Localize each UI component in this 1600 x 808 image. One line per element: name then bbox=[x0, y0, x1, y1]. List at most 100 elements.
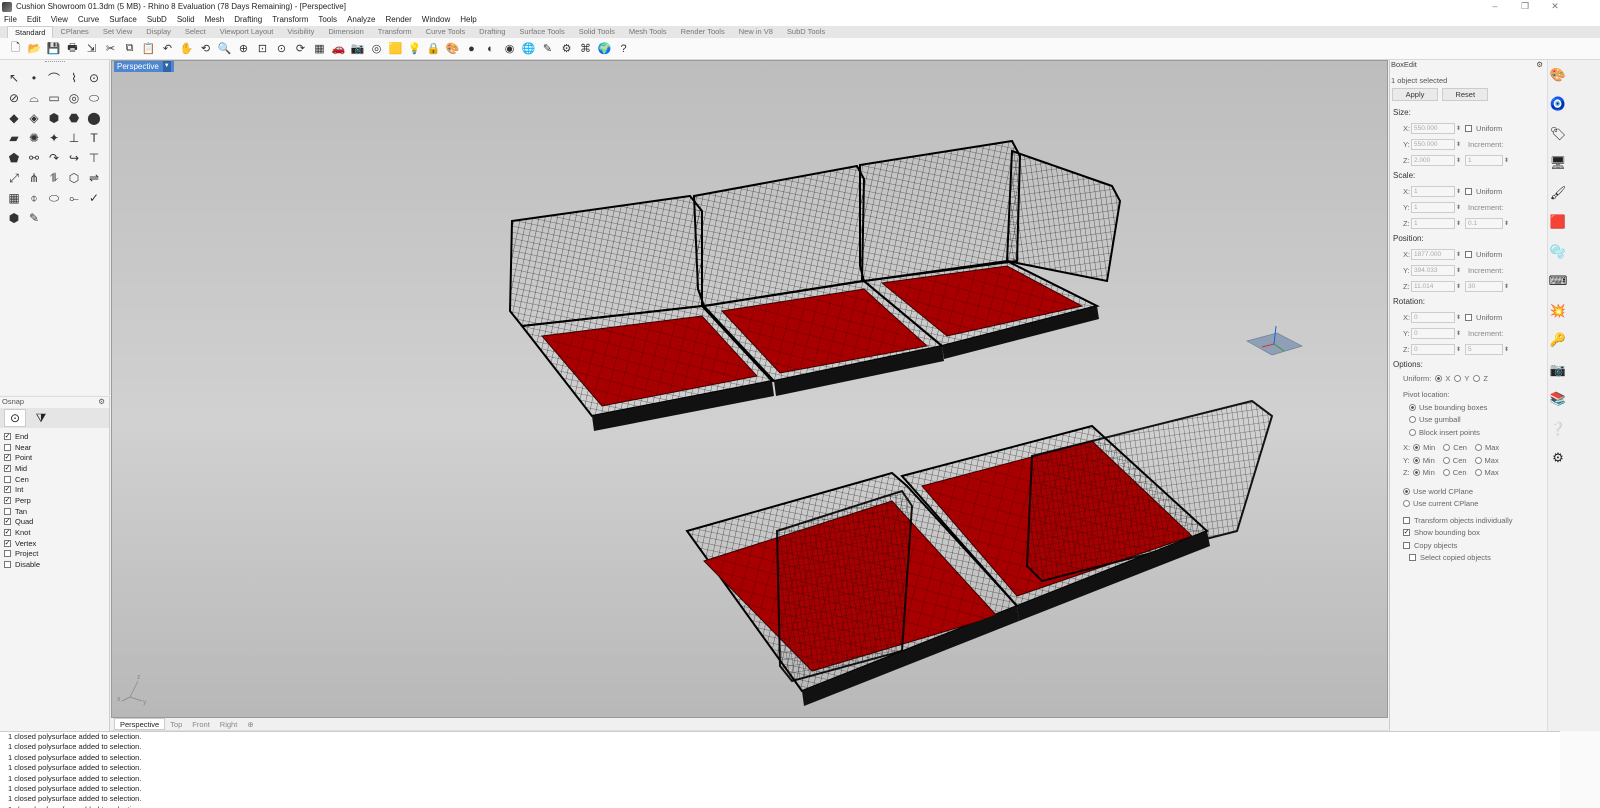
panel-tab-4-icon[interactable]: 🖌 bbox=[1548, 178, 1568, 208]
spinner-icon[interactable]: ⬍ bbox=[1456, 188, 1461, 195]
left-tool-25-icon[interactable]: ⤢ bbox=[4, 168, 24, 188]
uniform-x-radio[interactable] bbox=[1435, 374, 1443, 382]
left-tool-20-icon[interactable]: ⬟ bbox=[4, 148, 24, 168]
left-tool-15-icon[interactable]: ▰ bbox=[4, 128, 24, 148]
color-wheel-icon[interactable]: ● bbox=[464, 41, 479, 56]
copy-objects-checkbox[interactable] bbox=[1403, 541, 1410, 549]
use-world-cplane-radio[interactable] bbox=[1403, 487, 1410, 495]
undo-icon[interactable]: ↶ bbox=[160, 41, 175, 56]
left-tool-6-icon[interactable]: ⌓ bbox=[24, 88, 44, 108]
spinner-icon[interactable]: ⬍ bbox=[1456, 220, 1461, 227]
pivot-y-max-radio[interactable] bbox=[1474, 456, 1482, 464]
tab-transform[interactable]: Transform bbox=[371, 26, 419, 38]
osnap-item-end[interactable]: ✓ End bbox=[4, 431, 109, 442]
panel-tab-1-icon[interactable]: 🧿 bbox=[1548, 90, 1568, 120]
command-history[interactable]: 1 closed polysurface added to selection.… bbox=[0, 731, 1560, 808]
spinner-icon[interactable]: ⬍ bbox=[1456, 283, 1461, 290]
position-x-input[interactable] bbox=[1411, 248, 1455, 260]
osnap-item-mid[interactable]: ✓ Mid bbox=[4, 463, 109, 474]
zoom-icon[interactable]: 🔍 bbox=[217, 41, 232, 56]
tab-standard[interactable]: Standard bbox=[7, 26, 54, 38]
left-tool-10-icon[interactable]: ◆ bbox=[4, 108, 24, 128]
gear-icon[interactable]: ⚙ bbox=[559, 41, 574, 56]
osnap-checkbox[interactable]: ✓ bbox=[4, 486, 11, 494]
scale-increment-input[interactable] bbox=[1465, 217, 1504, 229]
osnap-checkbox[interactable]: ✓ bbox=[4, 539, 11, 547]
car-icon[interactable]: 🚗 bbox=[331, 41, 346, 56]
viewport-tab-right[interactable]: Right bbox=[215, 720, 243, 729]
rotation-increment-input[interactable] bbox=[1465, 343, 1504, 355]
left-tool-27-icon[interactable]: ⥮ bbox=[44, 168, 64, 188]
menu-mesh[interactable]: Mesh bbox=[205, 15, 225, 24]
size-z-input[interactable] bbox=[1411, 154, 1455, 166]
rotate-icon[interactable]: ⟲ bbox=[198, 41, 213, 56]
menu-view[interactable]: View bbox=[51, 15, 68, 24]
save-icon[interactable]: 💾 bbox=[46, 41, 61, 56]
panel-tab-8-icon[interactable]: 💥 bbox=[1548, 296, 1568, 326]
tab-viewport-layout[interactable]: Viewport Layout bbox=[213, 26, 281, 38]
left-tool-5-icon[interactable]: ⊘ bbox=[4, 88, 24, 108]
panel-tab-11-icon[interactable]: 📚 bbox=[1548, 385, 1568, 415]
pivot-z-min-radio[interactable] bbox=[1412, 469, 1420, 477]
menu-transform[interactable]: Transform bbox=[272, 15, 308, 24]
tab-dimension[interactable]: Dimension bbox=[321, 26, 370, 38]
help-icon[interactable]: ? bbox=[616, 41, 631, 56]
pivot-z-cen-radio[interactable] bbox=[1442, 469, 1450, 477]
osnap-checkbox[interactable]: ✓ bbox=[4, 432, 11, 440]
use-current-cplane-radio[interactable] bbox=[1403, 500, 1410, 508]
open-icon[interactable]: 📂 bbox=[27, 41, 42, 56]
tab-drafting[interactable]: Drafting bbox=[472, 26, 512, 38]
target-icon[interactable]: ◎ bbox=[369, 41, 384, 56]
sofa-set-lower[interactable] bbox=[685, 399, 1274, 706]
command-scroll-area[interactable] bbox=[1560, 731, 1600, 808]
tab-surface-tools[interactable]: Surface Tools bbox=[512, 26, 571, 38]
left-tool-23-icon[interactable]: ↪ bbox=[64, 148, 84, 168]
new-icon[interactable]: 🗋 bbox=[8, 41, 23, 56]
position-z-input[interactable] bbox=[1411, 280, 1455, 292]
position-increment-input[interactable] bbox=[1465, 280, 1504, 292]
osnap-item-perp[interactable]: ✓ Perp bbox=[4, 495, 109, 506]
selection-filter-icon[interactable]: ⧩ bbox=[30, 409, 52, 427]
spinner-icon[interactable]: ⬍ bbox=[1504, 283, 1509, 290]
transform-individually-checkbox[interactable] bbox=[1403, 516, 1410, 524]
left-tool-16-icon[interactable]: ✺ bbox=[24, 128, 44, 148]
pivot-y-min-radio[interactable] bbox=[1412, 456, 1420, 464]
import-icon[interactable]: ⇲ bbox=[84, 41, 99, 56]
panel-tab-7-icon[interactable]: ⌨ bbox=[1548, 267, 1568, 297]
panel-tab-3-icon[interactable]: 🖥 bbox=[1548, 149, 1568, 179]
left-tool-7-icon[interactable]: ▭ bbox=[44, 88, 64, 108]
scale-z-input[interactable] bbox=[1411, 217, 1455, 229]
close-button[interactable]: ✕ bbox=[1540, 0, 1570, 13]
camera-icon[interactable]: 📷 bbox=[350, 41, 365, 56]
size-x-input[interactable] bbox=[1411, 122, 1455, 134]
osnap-item-vertex[interactable]: ✓ Vertex bbox=[4, 538, 109, 549]
panel-tab-12-icon[interactable]: ❔ bbox=[1548, 414, 1568, 444]
tree-icon[interactable]: ⌘ bbox=[578, 41, 593, 56]
pivot-x-max-radio[interactable] bbox=[1474, 444, 1482, 452]
left-tool-33-icon[interactable]: ⟜ bbox=[64, 188, 84, 208]
left-tool-0-icon[interactable]: ↖ bbox=[4, 68, 24, 88]
spinner-icon[interactable]: ⬍ bbox=[1456, 330, 1461, 337]
osnap-item-int[interactable]: ✓ Int bbox=[4, 484, 109, 495]
named-view-icon[interactable]: ⟳ bbox=[293, 41, 308, 56]
osnap-checkbox[interactable] bbox=[4, 507, 11, 515]
copy-icon[interactable]: ⧉ bbox=[122, 41, 137, 56]
menu-tools[interactable]: Tools bbox=[318, 15, 337, 24]
toolbar-grip[interactable] bbox=[45, 61, 65, 63]
menu-solid[interactable]: Solid bbox=[177, 15, 195, 24]
rotation-section-header[interactable]: Rotation: bbox=[1390, 294, 1547, 309]
left-tool-31-icon[interactable]: ⌽ bbox=[24, 188, 44, 208]
pivot-x-min-radio[interactable] bbox=[1413, 444, 1421, 452]
pan-icon[interactable]: ✋ bbox=[179, 41, 194, 56]
left-tool-24-icon[interactable]: ⊤ bbox=[84, 148, 104, 168]
use-gumball-radio[interactable] bbox=[1409, 416, 1416, 424]
left-tool-9-icon[interactable]: ⬭ bbox=[84, 88, 104, 108]
options-section-header[interactable]: Options: bbox=[1390, 357, 1547, 372]
perspective-viewport[interactable]: Perspective ▼ z x y bbox=[111, 60, 1388, 718]
left-tool-14-icon[interactable]: ⬤ bbox=[84, 108, 104, 128]
menu-file[interactable]: File bbox=[4, 15, 17, 24]
osnap-item-cen[interactable]: Cen bbox=[4, 474, 109, 485]
size-section-header[interactable]: Size: bbox=[1390, 105, 1547, 120]
osnap-item-near[interactable]: Near bbox=[4, 442, 109, 453]
osnap-tab-icon[interactable]: ⊙ bbox=[4, 409, 26, 427]
